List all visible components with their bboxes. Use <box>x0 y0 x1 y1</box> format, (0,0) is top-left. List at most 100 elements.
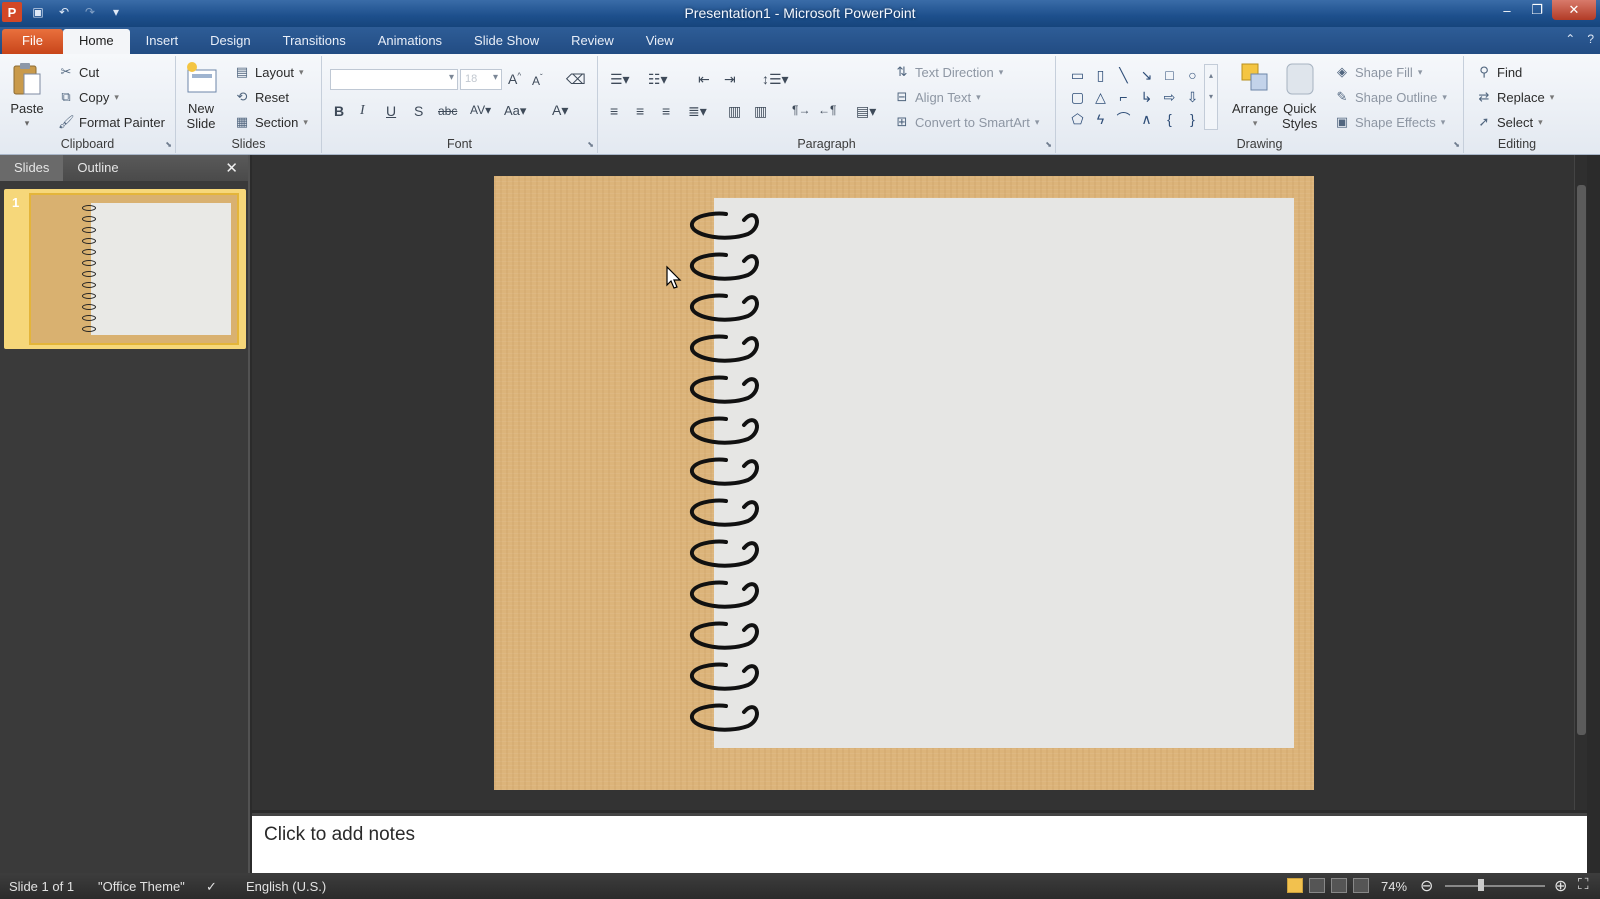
align-left-icon[interactable]: ≡ <box>610 103 618 119</box>
align-text-button[interactable]: ⊟ Align Text ▾ <box>894 89 981 105</box>
italic-icon[interactable]: I <box>360 103 365 119</box>
scribble-shape-icon[interactable]: ϟ <box>1089 108 1112 130</box>
find-button[interactable]: ⚲ Find <box>1476 64 1522 80</box>
bold-icon[interactable]: B <box>334 103 344 119</box>
shapes-gallery-scroll[interactable]: ▴ ▾ <box>1204 64 1218 130</box>
freeform-shape-icon[interactable]: ⬠ <box>1066 108 1089 130</box>
change-case-icon[interactable]: Aa▾ <box>504 103 526 119</box>
zoom-out-icon[interactable]: ⊖ <box>1420 876 1433 896</box>
arrange-button[interactable]: Arrange ▾ <box>1232 60 1278 131</box>
arc-shape-icon[interactable]: ∧ <box>1135 108 1158 130</box>
notebook-page[interactable] <box>714 198 1294 748</box>
shadow-icon[interactable]: S <box>414 103 423 119</box>
align-center-icon[interactable]: ≡ <box>636 103 644 119</box>
underline-icon[interactable]: U <box>386 103 396 119</box>
columns-icon[interactable]: ▥ <box>728 103 741 120</box>
close-panel-icon[interactable]: ✕ <box>225 159 238 177</box>
notes-pane[interactable]: Click to add notes <box>252 813 1587 873</box>
rounded-rectangle-shape-icon[interactable]: ▢ <box>1066 86 1089 108</box>
shrink-font-icon[interactable]: Aˇ <box>532 73 543 88</box>
slide-thumbnail-selection[interactable] <box>4 189 246 349</box>
slide-show-view-icon[interactable] <box>1353 878 1369 893</box>
convert-smartart-button[interactable]: ⊞ Convert to SmartArt ▾ <box>894 114 1040 130</box>
format-painter-button[interactable]: 🖌 Format Painter <box>58 114 165 130</box>
font-color-icon[interactable]: A▾ <box>552 102 568 119</box>
zoom-level[interactable]: 74% <box>1381 879 1407 894</box>
clipboard-launcher-icon[interactable]: ⬊ <box>165 140 172 149</box>
tab-view[interactable]: View <box>630 29 690 54</box>
vertical-text-box-shape-icon[interactable]: ▯ <box>1089 64 1112 86</box>
paragraph-launcher-icon[interactable]: ⬊ <box>1045 140 1052 149</box>
tab-slide-show[interactable]: Slide Show <box>458 29 555 54</box>
copy-button[interactable]: ⧉ Copy ▾ <box>58 89 119 105</box>
line-spacing-icon[interactable]: ↕☰▾ <box>762 71 789 88</box>
shape-fill-button[interactable]: ◈ Shape Fill ▾ <box>1334 64 1422 80</box>
font-name-combo[interactable] <box>330 69 458 90</box>
minimize-icon[interactable]: – <box>1492 0 1522 20</box>
select-button[interactable]: ➚ Select ▾ <box>1476 114 1543 130</box>
clear-formatting-icon[interactable]: ⌫ <box>566 71 586 88</box>
cut-button[interactable]: ✂ Cut <box>58 64 100 80</box>
text-direction-button[interactable]: ⇅ Text Direction ▾ <box>894 64 1004 80</box>
minimize-ribbon-icon[interactable]: ⌃ <box>1565 32 1575 46</box>
help-icon[interactable]: ? <box>1587 32 1594 46</box>
tab-design[interactable]: Design <box>194 29 266 54</box>
text-box-shape-icon[interactable]: ▭ <box>1066 64 1089 86</box>
replace-button[interactable]: ⇄ Replace ▾ <box>1476 89 1555 105</box>
shape-effects-button[interactable]: ▣ Shape Effects ▾ <box>1334 114 1445 130</box>
shape-outline-button[interactable]: ✎ Shape Outline ▾ <box>1334 89 1447 105</box>
align-right-icon[interactable]: ≡ <box>662 103 670 119</box>
smartart-columns-icon[interactable]: ▤▾ <box>856 103 876 120</box>
language[interactable]: English (U.S.) <box>246 879 326 894</box>
zoom-slider[interactable] <box>1445 885 1545 887</box>
columns-alt-icon[interactable]: ▥ <box>754 103 767 120</box>
rectangle-shape-icon[interactable]: □ <box>1158 64 1181 86</box>
font-size-combo[interactable]: 18 <box>460 69 502 90</box>
grow-font-icon[interactable]: A^ <box>508 71 521 87</box>
justify-icon[interactable]: ≣▾ <box>688 103 707 120</box>
fit-to-window-icon[interactable]: ⛶ <box>1578 876 1589 893</box>
increase-indent-icon[interactable]: ⇥ <box>724 71 736 88</box>
curve-shape-icon[interactable]: ⌒ <box>1112 108 1135 130</box>
scrollbar-thumb[interactable] <box>1577 185 1586 735</box>
reading-view-icon[interactable] <box>1331 878 1347 893</box>
down-arrow-shape-icon[interactable]: ⇩ <box>1181 86 1204 108</box>
bullets-icon[interactable]: ☰▾ <box>610 71 630 88</box>
tab-review[interactable]: Review <box>555 29 630 54</box>
slide-sorter-view-icon[interactable] <box>1309 878 1325 893</box>
tab-file[interactable]: File <box>2 29 63 54</box>
decrease-indent-icon[interactable]: ⇤ <box>698 71 710 88</box>
section-button[interactable]: ▦ Section ▾ <box>234 114 308 130</box>
elbow-connector-shape-icon[interactable]: ⌐ <box>1112 86 1135 108</box>
line-shape-icon[interactable]: ╲ <box>1112 64 1135 86</box>
left-brace-shape-icon[interactable]: { <box>1158 108 1181 130</box>
normal-view-icon[interactable] <box>1287 878 1303 893</box>
strikethrough-icon[interactable]: abc <box>438 104 457 118</box>
zoom-slider-knob[interactable] <box>1478 879 1484 891</box>
ltr-icon[interactable]: ¶→ <box>792 103 810 117</box>
rtl-icon[interactable]: ←¶ <box>818 103 836 117</box>
slide-canvas[interactable] <box>494 176 1314 790</box>
paste-button[interactable]: Paste ▾ <box>10 60 44 131</box>
slide-thumbnail[interactable] <box>29 193 239 345</box>
numbering-icon[interactable]: ☷▾ <box>648 71 668 88</box>
right-brace-shape-icon[interactable]: } <box>1181 108 1204 130</box>
layout-button[interactable]: ▤ Layout ▾ <box>234 64 304 80</box>
tab-home[interactable]: Home <box>62 29 130 54</box>
tab-slides[interactable]: Slides <box>0 155 64 181</box>
spellcheck-icon[interactable]: ✓ <box>206 879 217 895</box>
oval-shape-icon[interactable]: ○ <box>1181 64 1204 86</box>
zoom-in-icon[interactable]: ⊕ <box>1554 876 1567 896</box>
quick-styles-button[interactable]: Quick Styles <box>1282 60 1317 131</box>
vertical-scrollbar[interactable] <box>1574 155 1587 810</box>
new-slide-button[interactable]: New Slide <box>184 60 218 131</box>
right-arrow-shape-icon[interactable]: ⇨ <box>1158 86 1181 108</box>
tab-animations[interactable]: Animations <box>362 29 458 54</box>
character-spacing-icon[interactable]: AV▾ <box>470 103 491 117</box>
close-icon[interactable]: ✕ <box>1552 0 1596 20</box>
drawing-launcher-icon[interactable]: ⬊ <box>1453 140 1460 149</box>
elbow-arrow-shape-icon[interactable]: ↳ <box>1135 86 1158 108</box>
shapes-gallery[interactable]: ▭ ▯ ╲ ↘ □ ○ ▢ △ ⌐ ↳ ⇨ ⇩ ⬠ ϟ ⌒ ∧ { } <box>1066 64 1216 130</box>
tab-transitions[interactable]: Transitions <box>267 29 362 54</box>
arrow-line-shape-icon[interactable]: ↘ <box>1135 64 1158 86</box>
